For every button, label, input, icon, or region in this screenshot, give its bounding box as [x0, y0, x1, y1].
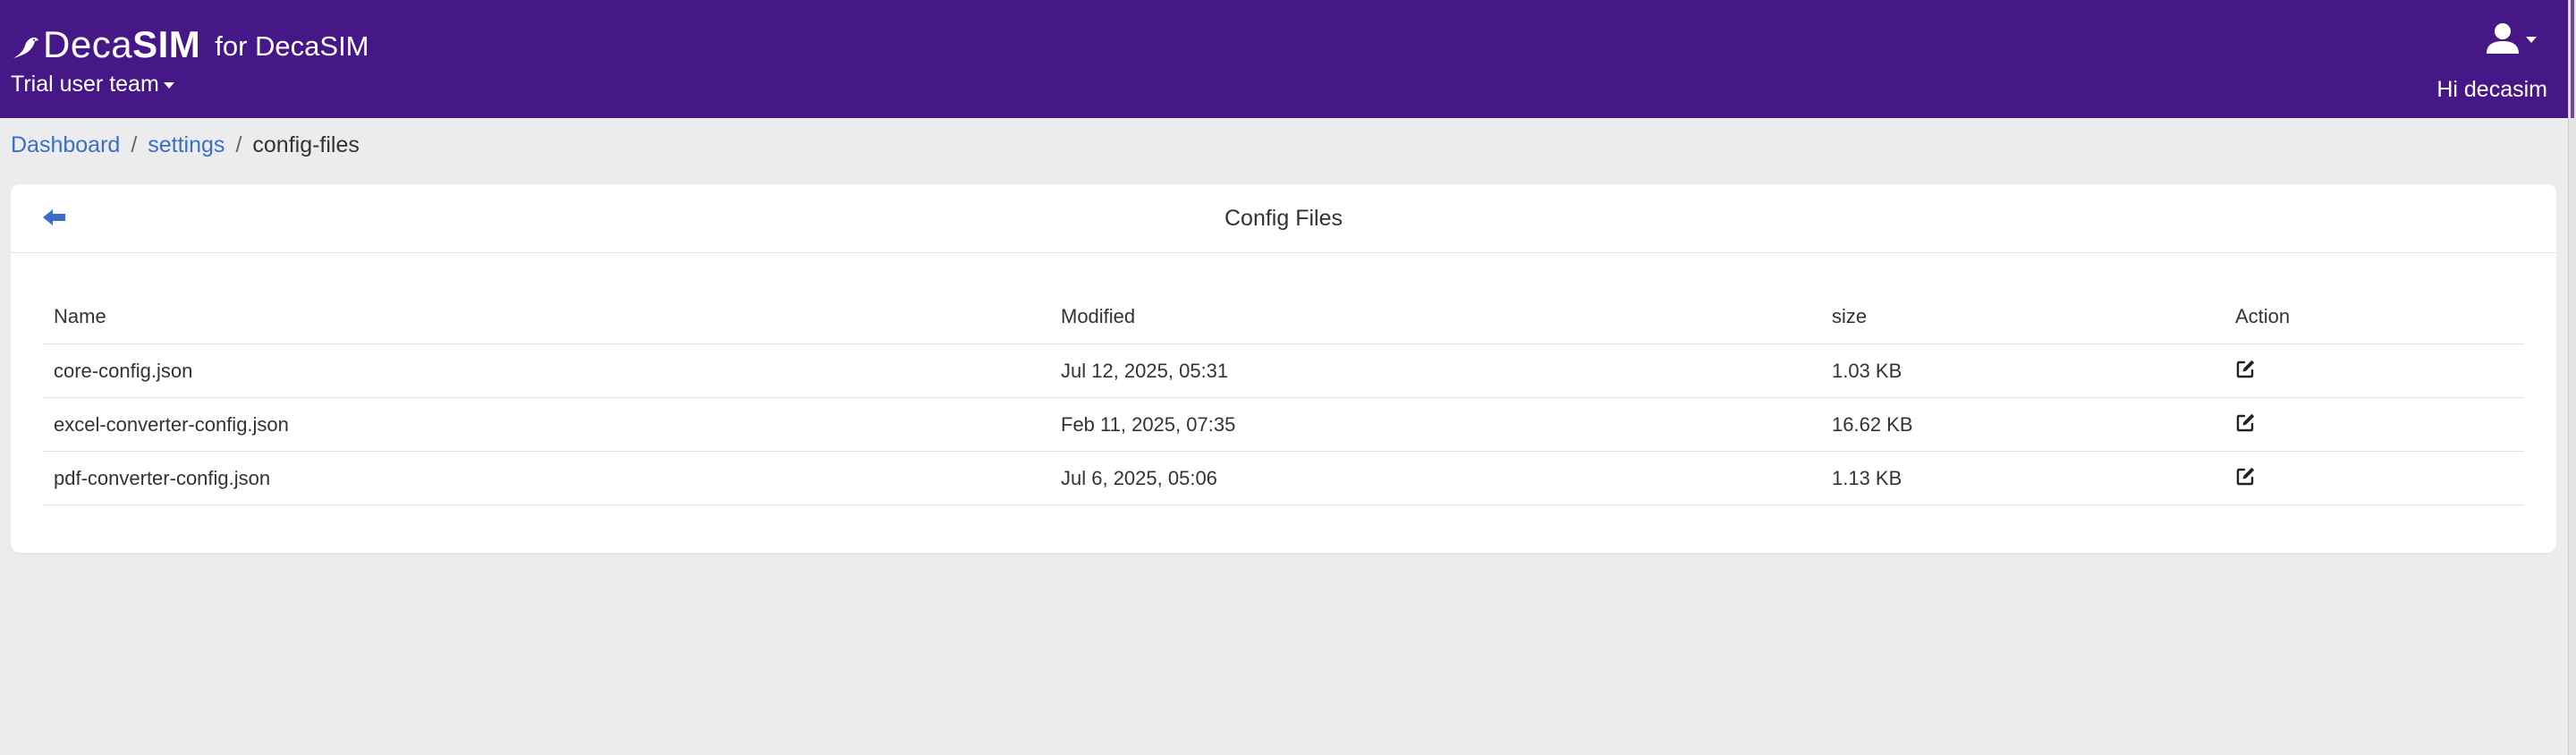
column-header-name: Name [43, 290, 1050, 344]
user-menu-button[interactable] [2484, 20, 2537, 57]
table-row: excel-converter-config.json Feb 11, 2025… [43, 397, 2524, 452]
caret-down-icon [2526, 36, 2537, 43]
file-size: 1.03 KB [1821, 344, 2224, 398]
edit-icon [2236, 467, 2255, 486]
edit-icon [2236, 360, 2255, 378]
breadcrumb-settings-link[interactable]: settings [148, 132, 225, 158]
file-name: pdf-converter-config.json [43, 451, 1050, 505]
config-files-card: Config Files Name Modified size Action c… [11, 184, 2556, 553]
column-header-modified: Modified [1050, 290, 1821, 344]
top-navbar: Deca SIM for DecaSIM Trial user team Hi d… [0, 0, 2569, 118]
column-header-action: Action [2224, 290, 2524, 344]
edit-icon [2236, 413, 2255, 432]
breadcrumb: Dashboard / settings / config-files [11, 132, 360, 158]
file-modified: Feb 11, 2025, 07:35 [1050, 397, 1821, 452]
edit-button[interactable] [2235, 411, 2257, 433]
file-size: 16.62 KB [1821, 397, 2224, 452]
file-size: 1.13 KB [1821, 451, 2224, 505]
card-title: Config Files [1224, 206, 1343, 231]
table-header-row: Name Modified size Action [43, 290, 2524, 344]
scrollbar[interactable] [2568, 0, 2576, 755]
file-name: core-config.json [43, 344, 1050, 398]
bird-logo-icon [13, 37, 38, 58]
brand-tagline: for DecaSIM [215, 30, 369, 62]
file-name: excel-converter-config.json [43, 397, 1050, 452]
action-cell [2224, 397, 2524, 452]
column-header-size: size [1821, 290, 2224, 344]
edit-button[interactable] [2235, 358, 2257, 379]
breadcrumb-separator: / [235, 132, 242, 157]
breadcrumb-separator: / [131, 132, 138, 157]
action-cell [2224, 344, 2524, 398]
brand[interactable]: Deca SIM for DecaSIM [11, 20, 369, 70]
brand-name-prefix: Deca [43, 23, 133, 65]
brand-name-suffix: SIM [132, 23, 201, 65]
breadcrumb-dashboard-link[interactable]: Dashboard [11, 132, 120, 158]
brand-logo: Deca SIM [11, 26, 200, 64]
user-icon [2487, 23, 2519, 54]
table-row: core-config.json Jul 12, 2025, 05:31 1.0… [43, 344, 2524, 398]
action-cell [2224, 451, 2524, 505]
file-modified: Jul 12, 2025, 05:31 [1050, 344, 1821, 398]
scrollbar-thumb[interactable] [2571, 0, 2574, 118]
caret-down-icon [163, 82, 174, 89]
file-modified: Jul 6, 2025, 05:06 [1050, 451, 1821, 505]
edit-button[interactable] [2235, 465, 2257, 487]
config-files-table: Name Modified size Action core-config.js… [43, 290, 2524, 505]
team-dropdown-label: Trial user team [11, 72, 159, 97]
team-dropdown[interactable]: Trial user team [11, 72, 174, 98]
breadcrumb-current: config-files [252, 132, 360, 157]
table-row: pdf-converter-config.json Jul 6, 2025, 0… [43, 451, 2524, 505]
card-header: Config Files [11, 184, 2556, 253]
user-greeting: Hi decasim [2436, 77, 2547, 102]
